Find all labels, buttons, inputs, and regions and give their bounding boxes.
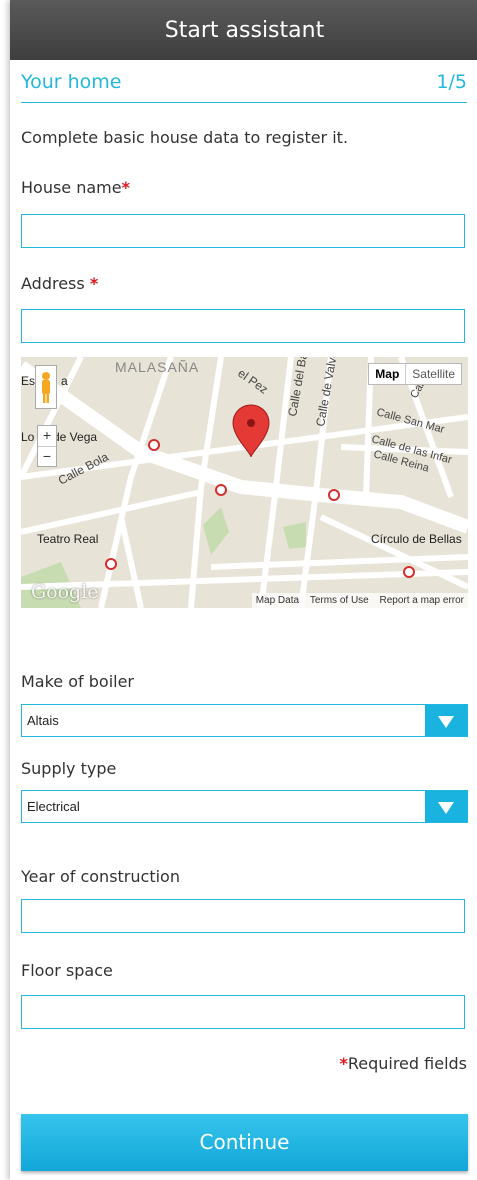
map-label: de Vega: [53, 430, 97, 444]
chevron-down-icon[interactable]: [425, 791, 467, 822]
required-asterisk: *: [89, 274, 99, 293]
map-label: a: [61, 374, 68, 388]
map-type-map-button[interactable]: Map: [369, 364, 407, 384]
boiler-select[interactable]: Altais: [21, 704, 468, 737]
supply-type-select[interactable]: Electrical: [21, 790, 468, 823]
zoom-out-button[interactable]: −: [38, 447, 56, 467]
map-type-satellite-button[interactable]: Satellite: [406, 364, 461, 384]
map-type-toggle: Map Satellite: [368, 363, 462, 385]
section-title: Your home: [21, 71, 122, 93]
address-input[interactable]: [22, 310, 464, 342]
required-fields-note: *Required fields: [339, 1054, 467, 1073]
assistant-panel: Start assistant Your home 1/5 Complete b…: [10, 0, 477, 1180]
header-bar: Start assistant: [10, 0, 477, 60]
year-label: Year of construction: [21, 867, 180, 886]
chevron-down-icon[interactable]: [425, 705, 467, 736]
boiler-label: Make of boiler: [21, 672, 134, 691]
terms-of-use-link[interactable]: Terms of Use: [306, 595, 373, 606]
required-asterisk: *: [339, 1054, 348, 1073]
floor-space-input[interactable]: [22, 996, 464, 1028]
header-title: Start assistant: [164, 18, 325, 43]
map-footer: Map Data Terms of Use Report a map error: [251, 593, 468, 608]
map-label: MALASAÑA: [115, 359, 199, 375]
street-view-pegman-icon[interactable]: [35, 365, 57, 409]
location-map[interactable]: MALASAÑA Calle del Barco Calle de Valver…: [21, 357, 468, 608]
house-name-field[interactable]: [21, 214, 465, 248]
map-label: Círculo de Bellas: [371, 532, 462, 546]
map-label: Teatro Real: [37, 532, 98, 546]
map-data-link[interactable]: Map Data: [252, 595, 303, 606]
section-header: Your home 1/5: [21, 62, 467, 103]
house-name-label: House name*: [21, 178, 130, 197]
year-field[interactable]: [21, 899, 465, 933]
map-zoom-control: + −: [37, 425, 57, 467]
address-label: Address *: [21, 274, 99, 293]
map-tiles: MALASAÑA Calle del Barco Calle de Valver…: [21, 357, 468, 608]
continue-button[interactable]: Continue: [21, 1114, 468, 1171]
floor-space-label: Floor space: [21, 961, 113, 980]
map-label: Lo: [21, 430, 35, 444]
zoom-in-button[interactable]: +: [38, 426, 56, 447]
boiler-selected-value: Altais: [27, 713, 59, 728]
google-logo: Google: [31, 581, 99, 603]
house-name-input[interactable]: [22, 215, 464, 247]
report-map-error-link[interactable]: Report a map error: [376, 595, 468, 606]
floor-space-field[interactable]: [21, 995, 465, 1029]
supply-type-selected-value: Electrical: [27, 799, 80, 814]
required-asterisk: *: [121, 178, 130, 197]
intro-text: Complete basic house data to register it…: [21, 128, 349, 147]
step-indicator: 1/5: [436, 71, 467, 93]
supply-type-label: Supply type: [21, 759, 117, 778]
address-field[interactable]: [21, 309, 465, 343]
year-input[interactable]: [22, 900, 464, 932]
